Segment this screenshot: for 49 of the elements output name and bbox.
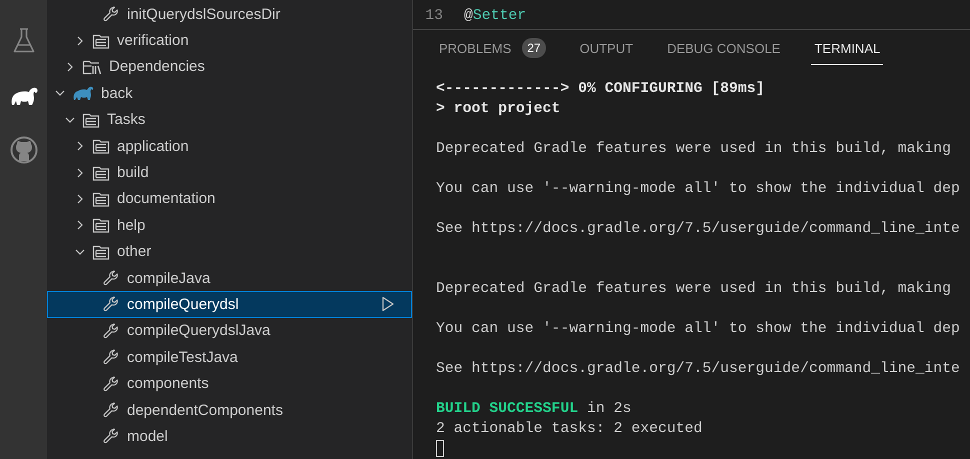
panel-tab[interactable]: OUTPUT bbox=[576, 32, 636, 64]
tree-item[interactable]: other bbox=[47, 238, 412, 265]
terminal-line: > root project bbox=[436, 101, 560, 117]
tree-item[interactable]: application bbox=[47, 132, 412, 160]
tree-item[interactable]: compileTestJava bbox=[47, 344, 412, 370]
code-line: @Setter bbox=[464, 7, 526, 26]
tree-item[interactable]: compileQuerydsl bbox=[47, 291, 412, 318]
flask-icon[interactable] bbox=[12, 28, 36, 54]
tree-item[interactable]: Tasks bbox=[47, 106, 412, 133]
wrench-icon bbox=[102, 295, 120, 314]
wrench-icon bbox=[102, 374, 120, 393]
tree-item[interactable]: build bbox=[47, 159, 412, 186]
wrench-icon bbox=[102, 269, 120, 288]
run-icon[interactable] bbox=[381, 296, 395, 312]
tree-item[interactable]: compileJava bbox=[47, 264, 412, 292]
terminal-line: Deprecated Gradle features were used in this build, making bbox=[436, 141, 952, 157]
tree-item[interactable]: verification bbox=[47, 27, 412, 54]
terminal-line: 2 actionable tasks: 2 executed bbox=[436, 421, 702, 437]
line-number: 13 bbox=[424, 7, 444, 26]
terminal-line: BUILD SUCCESSFUL in 2s bbox=[436, 401, 632, 417]
elephant-icon bbox=[72, 85, 94, 102]
tree-item[interactable]: dependentComponents bbox=[47, 396, 412, 424]
terminal-line: Deprecated Gradle features were used in this build, making bbox=[436, 281, 952, 297]
tree-item[interactable]: model bbox=[47, 423, 412, 450]
wrench-icon bbox=[102, 322, 120, 340]
folder-icon bbox=[92, 216, 110, 234]
terminal-line: See https://docs.gradle.org/7.5/userguide/command_line_inte bbox=[436, 361, 960, 377]
terminal-line: You can use '--warning-mode all' to show the individual dep bbox=[436, 321, 960, 337]
terminal-cursor bbox=[436, 440, 444, 457]
panel-tab[interactable]: TERMINAL bbox=[811, 32, 884, 64]
panel-tab[interactable]: DEBUG CONSOLE bbox=[664, 32, 784, 64]
count-badge: 27 bbox=[522, 38, 546, 58]
panel-tab[interactable]: PROBLEMS 27 bbox=[436, 30, 549, 67]
cat-logo-icon[interactable] bbox=[10, 136, 38, 164]
wrench-icon bbox=[102, 5, 120, 24]
wrench-icon bbox=[102, 348, 120, 366]
terminal-line: See https://docs.gradle.org/7.5/userguide/command_line_inte bbox=[436, 221, 960, 237]
tree-item[interactable]: back bbox=[47, 80, 412, 107]
tree-item[interactable]: compileQuerydslJava bbox=[47, 318, 412, 344]
tree-item[interactable]: documentation bbox=[47, 186, 412, 212]
terminal-line: You can use '--warning-mode all' to show the individual dep bbox=[436, 181, 960, 197]
wrench-icon bbox=[102, 401, 120, 420]
tree-item[interactable]: Dependencies bbox=[47, 54, 412, 80]
folder-icon bbox=[92, 137, 110, 156]
tree-item[interactable]: components bbox=[47, 370, 412, 397]
tree-item[interactable]: help bbox=[47, 212, 412, 239]
terminal-line: <-------------> 0% CONFIGURING [89ms] bbox=[436, 81, 765, 97]
wrench-icon bbox=[102, 427, 120, 446]
tree-item[interactable]: initQuerydslSourcesDir bbox=[47, 1, 412, 28]
